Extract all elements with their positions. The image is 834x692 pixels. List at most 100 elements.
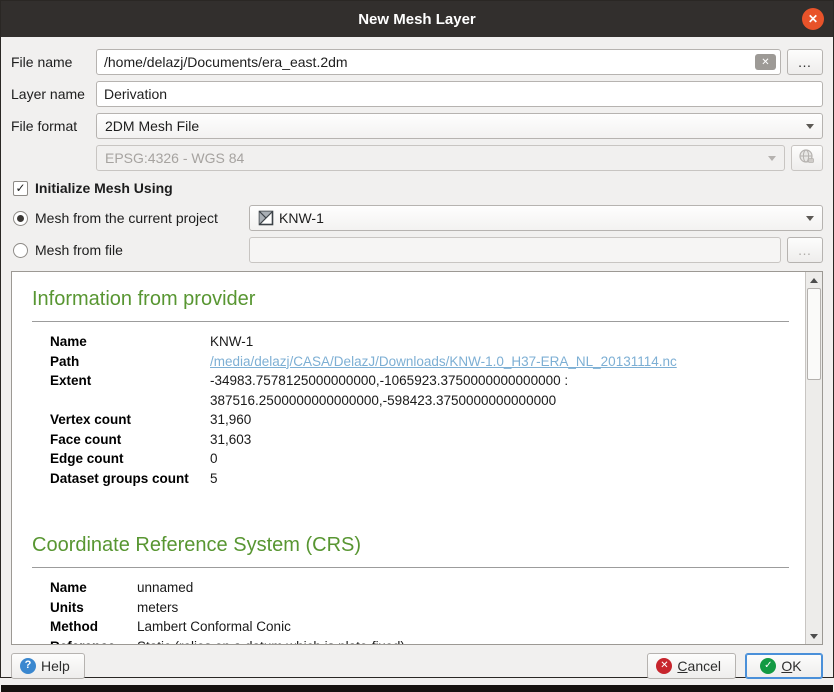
info-value: -34983.7578125000000000,-1065923.3750000… bbox=[210, 371, 791, 410]
mesh-from-project-row: Mesh from the current project KNW-1 bbox=[11, 205, 823, 231]
info-label: Vertex count bbox=[50, 410, 210, 430]
file-format-row: File format 2DM Mesh File bbox=[11, 113, 823, 139]
info-value: 31,960 bbox=[210, 410, 791, 430]
extent-line-1: -34983.7578125000000000,-1065923.3750000… bbox=[210, 371, 791, 391]
extent-line-2: 387516.2500000000000000,-598423.37500000… bbox=[210, 391, 791, 411]
scrollbar-track[interactable] bbox=[806, 380, 822, 628]
project-mesh-value: KNW-1 bbox=[279, 210, 806, 226]
initialize-mesh-label[interactable]: Initialize Mesh Using bbox=[35, 180, 173, 196]
help-button-label: Help bbox=[41, 658, 70, 674]
info-value: Lambert Conformal Conic bbox=[137, 617, 791, 637]
section-gap bbox=[32, 516, 791, 532]
chevron-down-icon bbox=[806, 216, 814, 221]
dialog-body: File name ✕ … Layer name File format 2DM… bbox=[1, 37, 833, 685]
file-name-row: File name ✕ … bbox=[11, 49, 823, 75]
dialog-button-row: ? Help ✕ Cancel ✓ OK bbox=[11, 652, 823, 679]
file-format-combobox[interactable]: 2DM Mesh File bbox=[96, 113, 823, 139]
chevron-down-icon bbox=[768, 156, 776, 161]
title-bar[interactable]: New Mesh Layer ✕ bbox=[1, 1, 833, 37]
provider-info-table: Name KNW-1 Path /media/delazj/CASA/Delaz… bbox=[50, 332, 791, 488]
project-mesh-combobox[interactable]: KNW-1 bbox=[249, 205, 823, 231]
heading-divider bbox=[32, 567, 789, 568]
mesh-file-input bbox=[249, 237, 781, 263]
scroll-down-button[interactable] bbox=[806, 628, 822, 644]
info-label: Name bbox=[50, 578, 137, 598]
info-value: KNW-1 bbox=[210, 332, 791, 352]
ok-button-label: OK bbox=[781, 658, 801, 674]
layer-name-input-wrap bbox=[96, 81, 823, 107]
info-row-crs-method: Method Lambert Conformal Conic bbox=[50, 617, 791, 637]
cancel-button[interactable]: ✕ Cancel bbox=[647, 653, 736, 679]
window-title: New Mesh Layer bbox=[358, 11, 476, 28]
info-label: Extent bbox=[50, 371, 210, 410]
ok-check-icon: ✓ bbox=[760, 658, 776, 674]
file-name-input[interactable] bbox=[96, 49, 781, 75]
mesh-file-browse-button: … bbox=[787, 237, 823, 263]
chevron-down-icon bbox=[806, 124, 814, 129]
info-value: 0 bbox=[210, 449, 791, 469]
help-button[interactable]: ? Help bbox=[11, 653, 85, 679]
vertical-scrollbar[interactable] bbox=[805, 272, 822, 644]
info-label: Path bbox=[50, 352, 210, 372]
info-value: Static (relies on a datum which is plate… bbox=[137, 637, 791, 645]
cancel-icon: ✕ bbox=[656, 658, 672, 674]
mesh-from-project-label[interactable]: Mesh from the current project bbox=[35, 210, 218, 226]
path-link[interactable]: /media/delazj/CASA/DelazJ/Downloads/KNW-… bbox=[210, 352, 791, 372]
mesh-layer-icon bbox=[258, 210, 274, 226]
info-label: Units bbox=[50, 598, 137, 618]
scroll-down-icon bbox=[810, 634, 818, 639]
info-label: Face count bbox=[50, 430, 210, 450]
info-label: Reference bbox=[50, 637, 137, 645]
mesh-from-project-radio[interactable] bbox=[13, 211, 28, 226]
layer-name-input[interactable] bbox=[96, 81, 823, 107]
info-content: Information from provider Name KNW-1 Pat… bbox=[12, 272, 805, 644]
close-button[interactable]: ✕ bbox=[802, 8, 824, 30]
radio-dot bbox=[17, 215, 24, 222]
close-icon: ✕ bbox=[808, 13, 818, 25]
mesh-from-file-label[interactable]: Mesh from file bbox=[35, 242, 123, 258]
info-row-face-count: Face count 31,603 bbox=[50, 430, 791, 450]
mesh-from-file-row: Mesh from file … bbox=[11, 237, 823, 263]
checkmark-icon: ✓ bbox=[15, 181, 25, 195]
cancel-button-label: Cancel bbox=[677, 658, 721, 674]
scroll-up-button[interactable] bbox=[806, 272, 822, 288]
select-crs-button bbox=[791, 145, 823, 171]
info-label: Method bbox=[50, 617, 137, 637]
info-row-path: Path /media/delazj/CASA/DelazJ/Downloads… bbox=[50, 352, 791, 372]
crs-combobox: EPSG:4326 - WGS 84 bbox=[96, 145, 785, 171]
layer-name-row: Layer name bbox=[11, 81, 823, 107]
file-browse-button[interactable]: … bbox=[787, 49, 823, 75]
crs-row: EPSG:4326 - WGS 84 bbox=[11, 145, 823, 171]
file-name-label: File name bbox=[11, 54, 96, 70]
layer-info-panel: Information from provider Name KNW-1 Pat… bbox=[11, 271, 823, 645]
mesh-from-file-option: Mesh from file bbox=[11, 242, 249, 258]
crs-value: EPSG:4326 - WGS 84 bbox=[105, 150, 768, 166]
info-value: unnamed bbox=[137, 578, 791, 598]
scrollbar-thumb[interactable] bbox=[807, 288, 821, 380]
info-row-edge-count: Edge count 0 bbox=[50, 449, 791, 469]
mesh-from-file-radio[interactable] bbox=[13, 243, 28, 258]
globe-crs-icon bbox=[798, 148, 816, 169]
info-row-vertex-count: Vertex count 31,960 bbox=[50, 410, 791, 430]
info-row-dataset-groups: Dataset groups count 5 bbox=[50, 469, 791, 489]
file-format-label: File format bbox=[11, 118, 96, 134]
info-label: Dataset groups count bbox=[50, 469, 210, 489]
info-label: Name bbox=[50, 332, 210, 352]
initialize-mesh-checkbox[interactable]: ✓ bbox=[13, 181, 28, 196]
provider-info-heading: Information from provider bbox=[32, 288, 791, 311]
scroll-up-icon bbox=[810, 278, 818, 283]
info-row-extent: Extent -34983.7578125000000000,-1065923.… bbox=[50, 371, 791, 410]
info-label: Edge count bbox=[50, 449, 210, 469]
crs-info-table: Name unnamed Units meters Method Lambert… bbox=[50, 578, 791, 644]
info-row-crs-units: Units meters bbox=[50, 598, 791, 618]
info-value: meters bbox=[137, 598, 791, 618]
crs-info-heading: Coordinate Reference System (CRS) bbox=[32, 534, 791, 557]
layer-name-label: Layer name bbox=[11, 86, 96, 102]
clear-text-icon[interactable]: ✕ bbox=[755, 54, 776, 70]
info-row-crs-reference: Reference Static (relies on a datum whic… bbox=[50, 637, 791, 645]
mesh-file-input-wrap bbox=[249, 237, 781, 263]
info-value: 5 bbox=[210, 469, 791, 489]
file-name-input-wrap: ✕ bbox=[96, 49, 781, 75]
ok-button[interactable]: ✓ OK bbox=[745, 653, 823, 679]
file-format-value: 2DM Mesh File bbox=[105, 118, 806, 134]
